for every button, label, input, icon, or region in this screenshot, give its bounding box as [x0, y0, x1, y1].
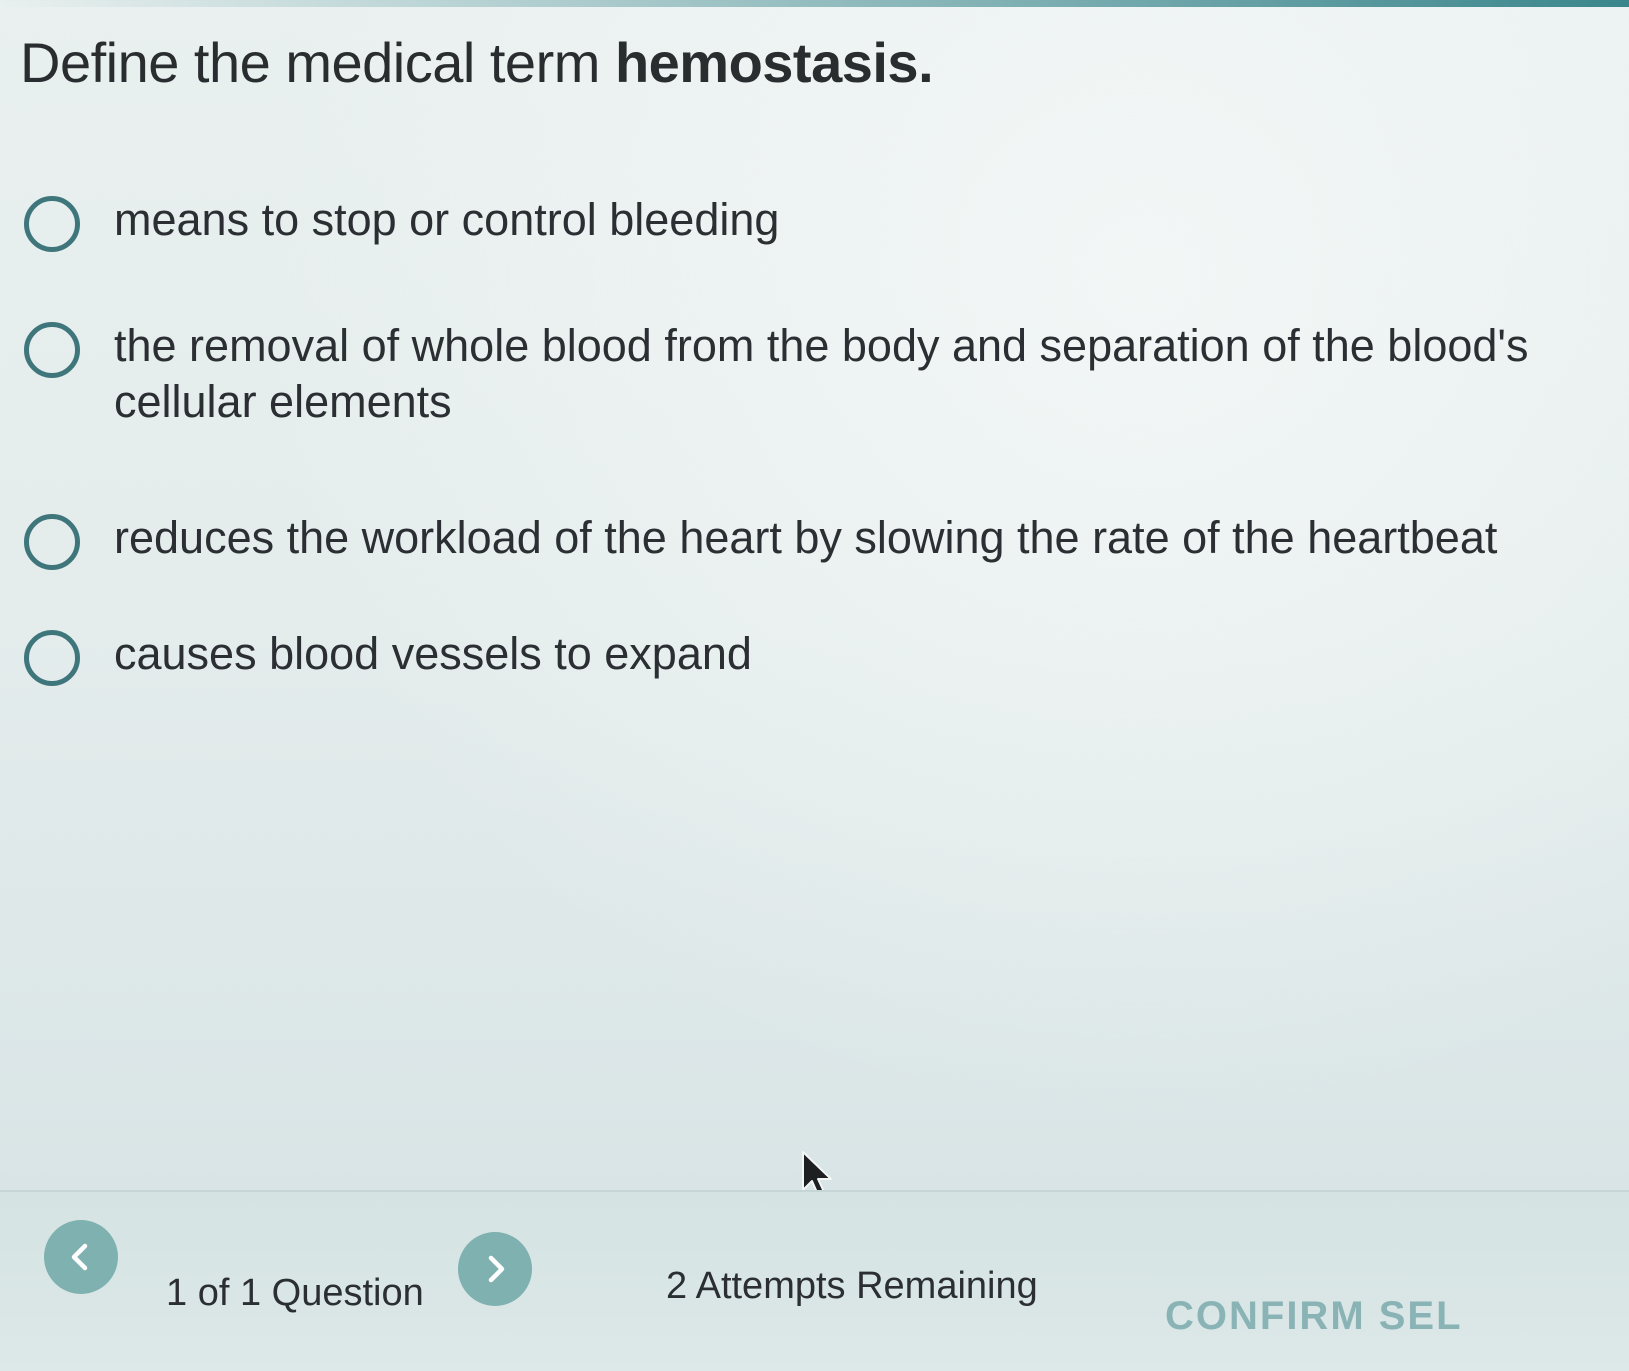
question-counter: 1 of 1 Question — [166, 1272, 424, 1314]
answer-option-label[interactable]: causes blood vessels to expand — [114, 626, 752, 682]
answer-option-4[interactable]: causes blood vessels to expand — [24, 626, 1604, 686]
answer-option-2[interactable]: the removal of whole blood from the body… — [24, 318, 1604, 430]
answer-option-3[interactable]: reduces the workload of the heart by slo… — [24, 510, 1604, 570]
radio-unchecked-icon[interactable] — [24, 514, 80, 570]
attempts-remaining: 2 Attempts Remaining — [666, 1265, 1038, 1307]
question-title: Define the medical term hemostasis. — [20, 30, 934, 95]
answer-option-label[interactable]: the removal of whole blood from the body… — [114, 318, 1584, 430]
top-accent-bar — [0, 0, 1629, 7]
question-term: hemostasis. — [614, 31, 934, 94]
radio-unchecked-icon[interactable] — [24, 196, 80, 252]
previous-question-button[interactable] — [44, 1220, 118, 1294]
question-prefix: Define the medical term — [20, 31, 600, 94]
radio-unchecked-icon[interactable] — [24, 322, 80, 378]
answer-option-1[interactable]: means to stop or control bleeding — [24, 192, 1604, 252]
radio-unchecked-icon[interactable] — [24, 630, 80, 686]
next-question-button[interactable] — [458, 1232, 532, 1306]
answer-option-label[interactable]: reduces the workload of the heart by slo… — [114, 510, 1497, 566]
chevron-right-icon — [488, 1255, 505, 1283]
chevron-left-icon — [71, 1243, 88, 1271]
answer-option-label[interactable]: means to stop or control bleeding — [114, 192, 779, 248]
confirm-selection-button[interactable]: CONFIRM SEL — [1165, 1294, 1463, 1339]
